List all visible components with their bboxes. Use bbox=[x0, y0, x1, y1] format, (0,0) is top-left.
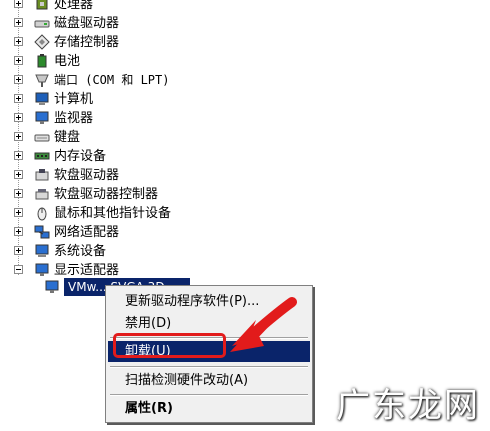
processor-icon bbox=[34, 0, 50, 12]
storage-controller-icon bbox=[34, 34, 50, 50]
keyboard-icon bbox=[34, 129, 50, 145]
expand-icon[interactable] bbox=[14, 151, 23, 160]
tree-item-label: 内存设备 bbox=[54, 149, 107, 164]
system-device-icon bbox=[34, 243, 50, 259]
expand-icon[interactable] bbox=[14, 56, 23, 65]
expand-icon[interactable] bbox=[14, 113, 23, 122]
expand-icon[interactable] bbox=[14, 132, 23, 141]
expand-icon[interactable] bbox=[14, 227, 23, 236]
tree-item-label: 软盘驱动器 bbox=[54, 168, 120, 183]
display-adapter-icon bbox=[34, 262, 50, 278]
expand-icon[interactable] bbox=[14, 170, 23, 179]
tree-item-label: 网络适配器 bbox=[54, 225, 120, 240]
tree-item-label: 计算机 bbox=[54, 92, 94, 107]
tree-item-label: 存储控制器 bbox=[54, 35, 120, 50]
collapse-icon[interactable] bbox=[14, 265, 23, 274]
tree-item-label: 监视器 bbox=[54, 111, 94, 126]
menu-item-properties[interactable]: 属性(R) bbox=[108, 398, 310, 419]
menu-separator bbox=[110, 366, 308, 368]
expand-icon[interactable] bbox=[14, 0, 23, 8]
watermark: 广东龙网 bbox=[336, 386, 480, 426]
tree-item-label: 处理器 bbox=[54, 0, 94, 12]
tree-item-label: 软盘驱动器控制器 bbox=[54, 187, 159, 202]
mouse-icon bbox=[34, 205, 50, 221]
floppy-drive-icon bbox=[34, 167, 50, 183]
annotation-arrow-icon bbox=[230, 297, 297, 352]
monitor-icon bbox=[34, 110, 50, 126]
memory-icon bbox=[34, 148, 50, 164]
tree-item-label: 键盘 bbox=[54, 130, 81, 145]
annotation-highlight-box bbox=[113, 333, 226, 358]
menu-item-scan-hardware[interactable]: 扫描检测硬件改动(A) bbox=[108, 370, 310, 391]
tree-item-label: 鼠标和其他指针设备 bbox=[54, 206, 172, 221]
disk-drive-icon bbox=[34, 15, 50, 31]
battery-icon bbox=[34, 53, 50, 69]
network-adapter-icon bbox=[34, 224, 50, 240]
expand-icon[interactable] bbox=[14, 246, 23, 255]
computer-icon bbox=[34, 91, 50, 107]
tree-item-label: 系统设备 bbox=[54, 244, 107, 259]
floppy-controller-icon bbox=[34, 186, 50, 202]
expand-icon[interactable] bbox=[14, 208, 23, 217]
tree-item-label: 磁盘驱动器 bbox=[54, 16, 120, 31]
expand-icon[interactable] bbox=[14, 18, 23, 27]
expand-icon[interactable] bbox=[14, 94, 23, 103]
display-adapter-icon bbox=[44, 279, 60, 295]
port-icon bbox=[34, 72, 50, 88]
tree-item-label: 端口 (COM 和 LPT) bbox=[54, 73, 170, 87]
tree-item-label: 电池 bbox=[54, 54, 81, 69]
expand-icon[interactable] bbox=[14, 75, 23, 84]
expand-icon[interactable] bbox=[14, 189, 23, 198]
expand-icon[interactable] bbox=[14, 37, 23, 46]
menu-separator bbox=[110, 394, 308, 396]
